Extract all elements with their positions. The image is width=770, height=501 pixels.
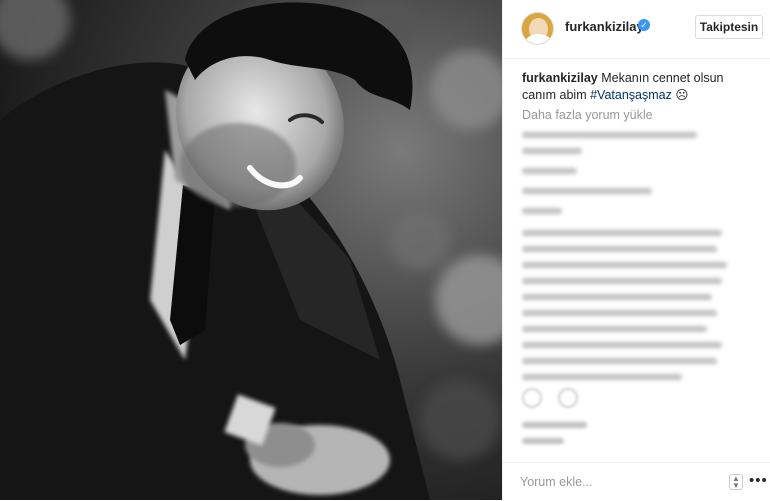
add-comment-input[interactable] bbox=[520, 473, 720, 491]
header-username[interactable]: furkankizilay bbox=[565, 19, 644, 34]
comment-icon[interactable] bbox=[558, 388, 578, 408]
comment-bar: ▲▼ ••• bbox=[503, 462, 770, 501]
post-caption: furkankizilay Mekanın cennet olsun canım… bbox=[522, 70, 757, 104]
user-avatar[interactable] bbox=[521, 12, 554, 45]
heart-icon[interactable] bbox=[522, 388, 542, 408]
more-options-icon[interactable]: ••• bbox=[749, 472, 768, 489]
sad-face-emoji: ☹ bbox=[675, 88, 689, 102]
scroll-stepper-icon[interactable]: ▲ ▼ bbox=[729, 474, 743, 490]
instagram-post: furkankizilay ✓ Takiptesin furkankizilay… bbox=[0, 0, 770, 500]
following-button[interactable]: Takiptesin bbox=[695, 15, 763, 39]
post-photo[interactable] bbox=[0, 0, 502, 500]
bw-portrait-image bbox=[0, 0, 502, 500]
caption-username[interactable]: furkankizilay bbox=[522, 71, 598, 85]
post-header: furkankizilay ✓ Takiptesin bbox=[503, 0, 770, 59]
post-sidebar: furkankizilay ✓ Takiptesin furkankizilay… bbox=[502, 0, 770, 500]
caption-hashtag[interactable]: #Vatanşaşmaz bbox=[590, 88, 672, 102]
load-more-comments-button[interactable]: Daha fazla yorum yükle bbox=[522, 108, 653, 122]
verified-badge-icon: ✓ bbox=[638, 19, 650, 31]
